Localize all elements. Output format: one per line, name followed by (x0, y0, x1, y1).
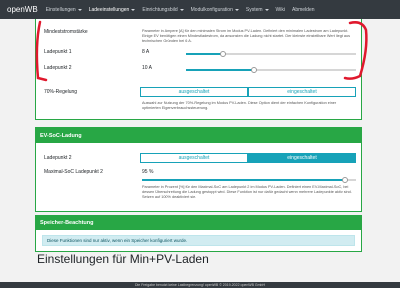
nav-item-einstellungen[interactable]: Einstellungen (46, 7, 82, 13)
soc-card: EV-SoC-Ladung Ladepunkt 2 ausgeschaltet … (35, 127, 362, 212)
max-soc-slider[interactable] (142, 177, 356, 183)
lp2-value: 10 A (142, 65, 153, 71)
max-soc-help: Parameter in Prozent [%] für den Maximal… (142, 185, 352, 199)
regel70-help: Auswahl zur Nutzung der 70%-Regelung im … (142, 101, 337, 110)
speicher-card-header: Speicher-Beachtung (36, 216, 361, 230)
lp1-slider[interactable] (186, 51, 356, 57)
soc-card-header: EV-SoC-Ladung (36, 128, 361, 143)
max-soc-label: Maximal-SoC Ladepunkt 2 (44, 169, 103, 175)
lp2-slider[interactable] (186, 67, 356, 73)
footer: Die Freigabe benutzt keine Lastbegrenzun… (0, 282, 400, 288)
lp2-slider-thumb[interactable] (251, 67, 257, 73)
soc-on-button[interactable]: eingeschaltet (248, 153, 356, 163)
nav-item-wiki[interactable]: Wiki (276, 7, 285, 13)
pv-settings-card: Mindeststromstärke Parameter in Ampere [… (35, 19, 362, 120)
speicher-card: Speicher-Beachtung Diese Funktionen sind… (35, 215, 362, 252)
lp1-slider-thumb[interactable] (220, 51, 227, 57)
max-soc-value: 95 % (142, 169, 154, 175)
max-soc-slider-fill (142, 179, 346, 181)
min-current-label: Mindeststromstärke (44, 29, 88, 35)
nav-item-modulkonfiguration[interactable]: Modulkonfiguration (191, 7, 239, 13)
chevron-down-icon (131, 8, 136, 11)
section-title: Einstellungen für Min+PV-Laden (37, 252, 209, 266)
regel70-off-button[interactable]: ausgeschaltet (140, 87, 248, 97)
chevron-down-icon (264, 8, 269, 11)
min-current-help: Parameter in Ampere [A] für den minimale… (142, 29, 351, 43)
soc-lp2-toggle[interactable]: ausgeschaltet eingeschaltet (140, 153, 356, 163)
chevron-down-icon (179, 8, 184, 11)
regel70-label: 70%-Regelung (44, 89, 78, 95)
lp1-label: Ladepunkt 1 (44, 49, 72, 55)
soc-lp2-label: Ladepunkt 2 (44, 155, 72, 161)
nav-item-ladeeinstellungen[interactable]: Ladeeinstellungen (89, 7, 136, 13)
navbar: openWB Einstellungen Ladeeinstellungen E… (0, 0, 400, 19)
regel70-on-button[interactable]: eingeschaltet (248, 87, 356, 97)
soc-off-button[interactable]: ausgeschaltet (140, 153, 248, 163)
lp2-label: Ladepunkt 2 (44, 65, 72, 71)
regel70-toggle[interactable]: ausgeschaltet eingeschaltet (140, 87, 356, 97)
max-soc-slider-thumb[interactable] (342, 177, 349, 183)
nav-item-system[interactable]: System (246, 7, 269, 13)
brand-logo[interactable]: openWB (7, 5, 38, 14)
nav-item-abmelden[interactable]: Abmelden (292, 7, 315, 13)
nav-item-einrichtungsbild[interactable]: Einrichtungsbild (142, 7, 184, 13)
lp1-slider-fill (186, 53, 224, 55)
lp2-slider-fill (186, 69, 254, 71)
lp1-value: 8 A (142, 49, 150, 55)
speicher-info-alert: Diese Funktionen sind nur aktiv, wenn ei… (42, 235, 355, 246)
chevron-down-icon (234, 8, 239, 11)
chevron-down-icon (77, 8, 82, 11)
